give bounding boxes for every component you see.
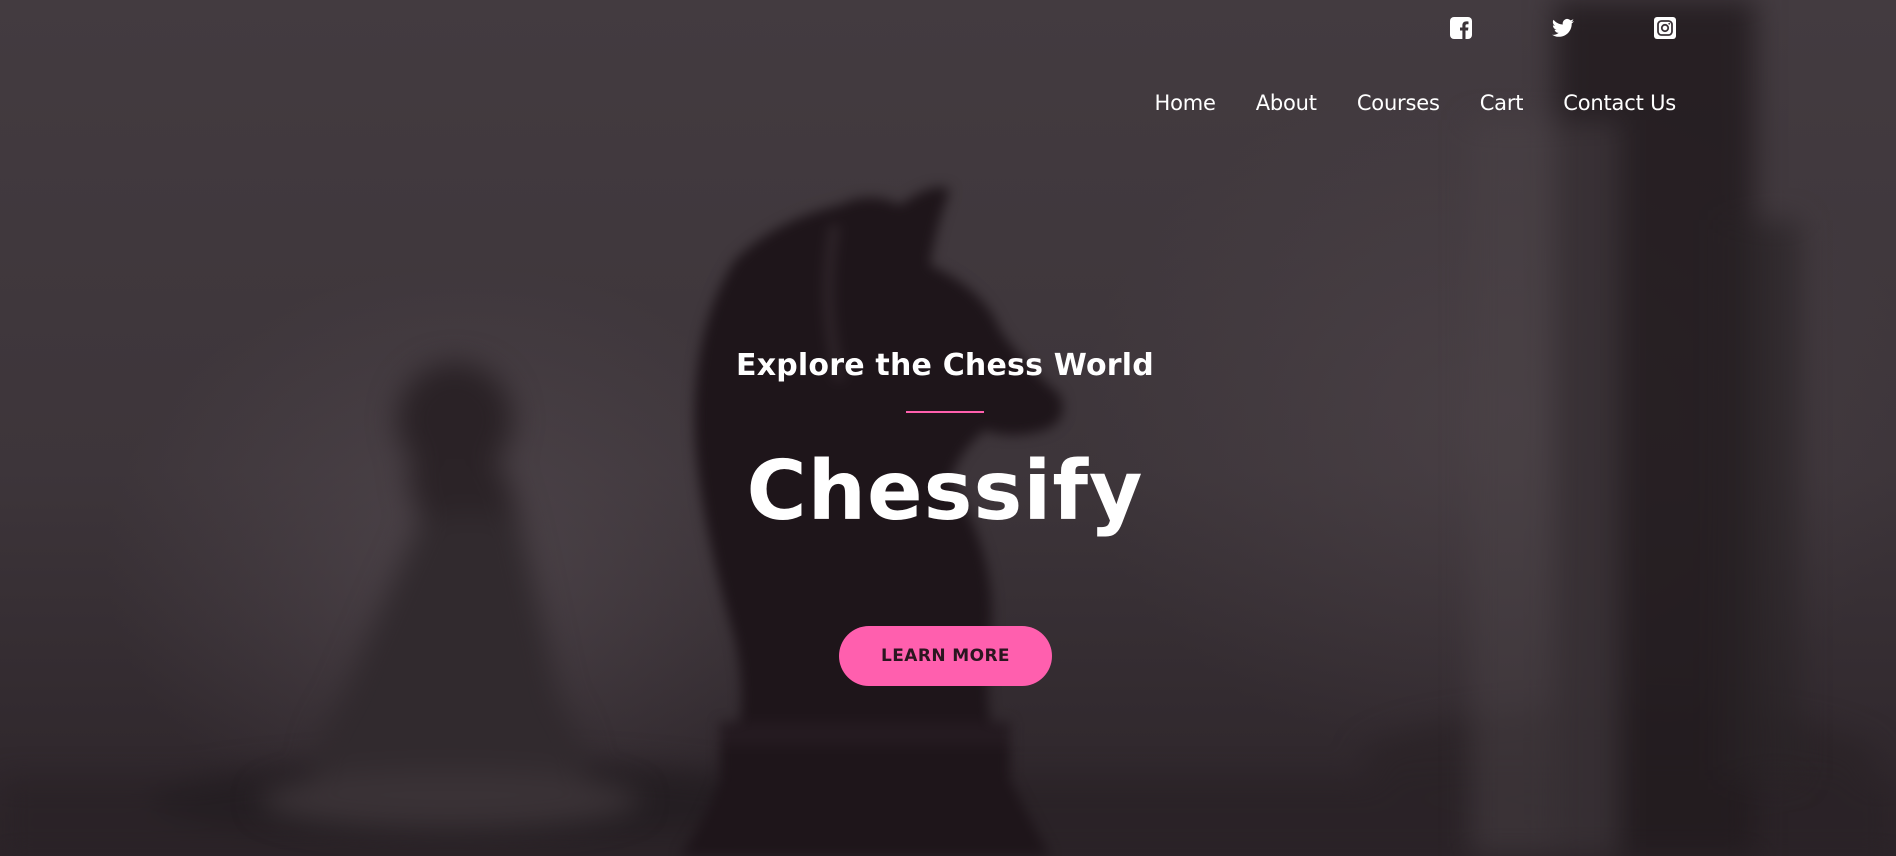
nav-cart-link[interactable]: Cart bbox=[1480, 91, 1524, 115]
twitter-icon[interactable] bbox=[1551, 16, 1575, 40]
hero-section: Home About Courses Cart Contact Us Explo… bbox=[0, 0, 1896, 856]
instagram-icon[interactable] bbox=[1653, 16, 1677, 40]
learn-more-button[interactable]: LEARN MORE bbox=[839, 626, 1052, 686]
hero-title: Chessify bbox=[746, 444, 1144, 539]
nav-home-link[interactable]: Home bbox=[1155, 91, 1216, 115]
main-nav: Home About Courses Cart Contact Us bbox=[1155, 91, 1677, 115]
facebook-icon[interactable] bbox=[1449, 16, 1473, 40]
rook-silhouette bbox=[1470, 0, 1800, 856]
nav-about-link[interactable]: About bbox=[1256, 91, 1317, 115]
nav-contact-link[interactable]: Contact Us bbox=[1563, 91, 1676, 115]
pawn-silhouette bbox=[260, 362, 640, 830]
nav-courses-link[interactable]: Courses bbox=[1357, 91, 1440, 115]
hero-eyebrow: Explore the Chess World bbox=[736, 348, 1154, 383]
hero-background-image bbox=[0, 0, 1896, 856]
hero-divider bbox=[906, 411, 984, 413]
chess-pieces-illustration bbox=[0, 0, 1896, 856]
social-links bbox=[1449, 16, 1677, 40]
